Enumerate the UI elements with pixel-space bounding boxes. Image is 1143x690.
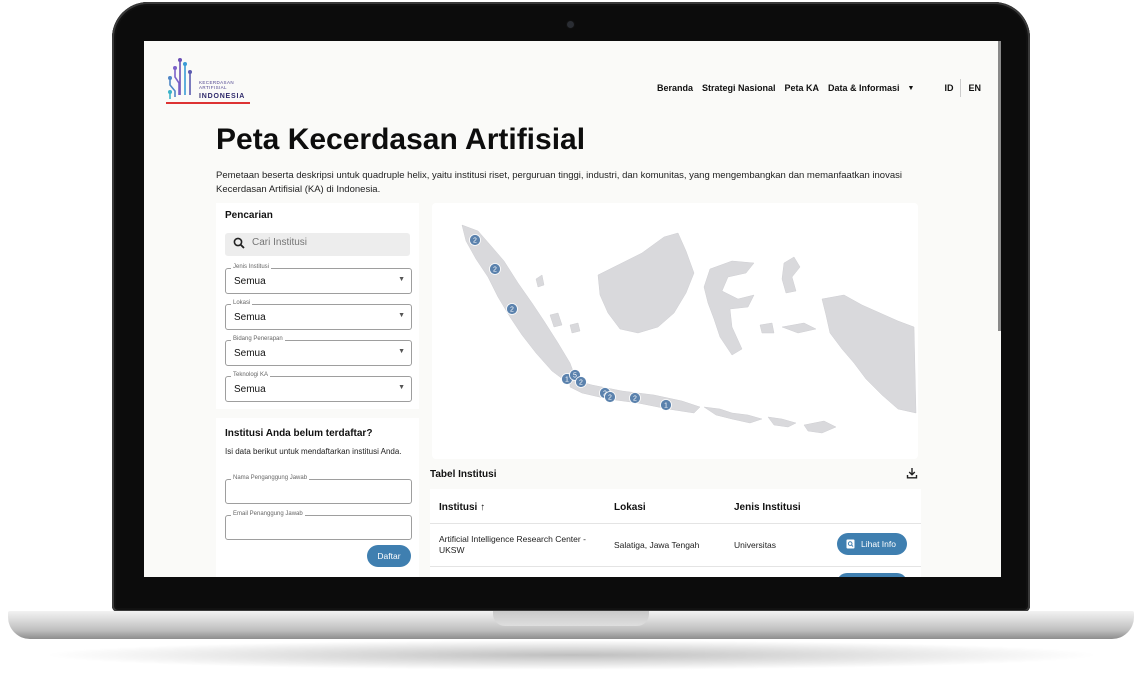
page-title: Peta Kecerdasan Artifisial xyxy=(216,123,586,156)
dropdown-arrow-icon: ▼ xyxy=(398,384,405,391)
filter-value: Semua xyxy=(234,348,266,359)
email-field-label: Email Penanggung Jawab xyxy=(231,511,305,517)
lang-divider xyxy=(960,79,962,97)
laptop-shadow xyxy=(40,640,1103,670)
filter-label: Teknologi KA xyxy=(231,372,271,378)
lang-en[interactable]: EN xyxy=(968,83,981,93)
column-header-institusi[interactable]: Institusi ↑ xyxy=(439,502,485,513)
map-marker-count: 2 xyxy=(493,267,497,274)
table-title: Tabel Institusi xyxy=(430,469,497,480)
nav-beranda[interactable]: Beranda xyxy=(657,83,693,93)
dropdown-arrow-icon: ▼ xyxy=(398,312,405,319)
filter-teknologi-ka[interactable]: Teknologi KA Semua ▼ xyxy=(225,372,412,402)
nav-strategi-nasional[interactable]: Strategi Nasional xyxy=(702,83,776,93)
map-marker[interactable]: 1 xyxy=(660,399,672,411)
cell-jenis: Universitas xyxy=(734,540,777,550)
filter-label: Bidang Penerapan xyxy=(231,336,285,342)
email-field[interactable]: Email Penanggung Jawab xyxy=(225,511,412,540)
lihat-info-label: Lihat Info xyxy=(861,539,896,549)
name-field[interactable]: Nama Penganggung Jawab xyxy=(225,475,412,504)
page-description: Pemetaan beserta deskripsi untuk quadrup… xyxy=(216,170,902,195)
map-marker[interactable]: 2 xyxy=(469,234,481,246)
scrollbar[interactable] xyxy=(998,41,1001,331)
laptop-notch xyxy=(493,611,649,626)
cell-lokasi: Salatiga, Jawa Tengah xyxy=(614,540,700,550)
cell-institusi: Artificial Intelligence Research Center … xyxy=(439,534,586,555)
institution-table: Institusi ↑ Lokasi Jenis Institusi Artif… xyxy=(430,489,921,577)
filter-value: Semua xyxy=(234,276,266,287)
search-box[interactable] xyxy=(225,233,410,256)
top-nav: Beranda Strategi Nasional Peta KA Data &… xyxy=(648,79,981,97)
map-marker[interactable]: 2 xyxy=(575,376,587,388)
filter-bidang-penerapan[interactable]: Bidang Penerapan Semua ▼ xyxy=(225,336,412,366)
map-marker-count: 1 xyxy=(664,403,668,410)
logo-wordmark-strong: INDONESIA xyxy=(199,93,246,100)
map-marker-count: 2 xyxy=(633,396,637,403)
screen: KECERDASAN ARTIFISIAL INDONESIA Beranda … xyxy=(144,41,1001,577)
register-panel: Institusi Anda belum terdaftar? Isi data… xyxy=(216,418,419,577)
map-marker-count: 2 xyxy=(473,238,477,245)
filter-lokasi[interactable]: Lokasi Semua ▼ xyxy=(225,300,412,330)
name-field-label: Nama Penganggung Jawab xyxy=(231,475,310,481)
lihat-info-button[interactable]: Lihat Info xyxy=(837,533,907,555)
filter-value: Semua xyxy=(234,384,266,395)
map-marker-count: 2 xyxy=(579,380,583,387)
next-row-button-partial[interactable] xyxy=(837,573,907,577)
document-search-icon xyxy=(846,539,855,549)
filter-label: Lokasi xyxy=(231,300,253,306)
map-marker-count: 1 xyxy=(565,377,569,384)
map-marker[interactable]: 2 xyxy=(604,391,616,403)
lang-id[interactable]: ID xyxy=(944,83,953,93)
logo-wordmark: KECERDASAN ARTIFISIAL xyxy=(199,80,235,90)
map-marker[interactable]: 2 xyxy=(506,303,518,315)
search-icon xyxy=(233,237,245,249)
map-marker[interactable]: 2 xyxy=(629,392,641,404)
dropdown-arrow-icon: ▼ xyxy=(398,276,405,283)
filter-value: Semua xyxy=(234,312,266,323)
search-panel: Pencarian Jenis Institusi Semua ▼ Lokasi… xyxy=(216,203,419,409)
map-markers-layer: 2221522221 xyxy=(469,234,672,411)
column-header-jenis[interactable]: Jenis Institusi xyxy=(734,502,801,513)
map-marker-count: 2 xyxy=(608,395,612,402)
register-description: Isi data berikut untuk mendaftarkan inst… xyxy=(225,447,402,456)
nav-peta-ka[interactable]: Peta KA xyxy=(785,83,820,93)
map-marker-count: 2 xyxy=(510,307,514,314)
search-input[interactable] xyxy=(252,237,402,248)
row-divider xyxy=(430,523,921,524)
download-icon[interactable] xyxy=(906,467,918,479)
chevron-down-icon[interactable]: ▼ xyxy=(908,85,915,92)
search-heading: Pencarian xyxy=(225,210,273,221)
nav-data-informasi[interactable]: Data & Informasi xyxy=(828,83,900,93)
camera-icon xyxy=(567,21,574,28)
indonesia-map[interactable]: 2221522221 xyxy=(432,203,918,459)
filter-label: Jenis Institusi xyxy=(231,264,272,270)
row-divider xyxy=(430,566,921,567)
daftar-button[interactable]: Daftar xyxy=(367,545,411,567)
logo-underline xyxy=(166,102,250,104)
filter-jenis-institusi[interactable]: Jenis Institusi Semua ▼ xyxy=(225,264,412,294)
dropdown-arrow-icon: ▼ xyxy=(398,348,405,355)
register-heading: Institusi Anda belum terdaftar? xyxy=(225,428,373,439)
column-header-lokasi[interactable]: Lokasi xyxy=(614,502,646,513)
map-marker[interactable]: 2 xyxy=(489,263,501,275)
